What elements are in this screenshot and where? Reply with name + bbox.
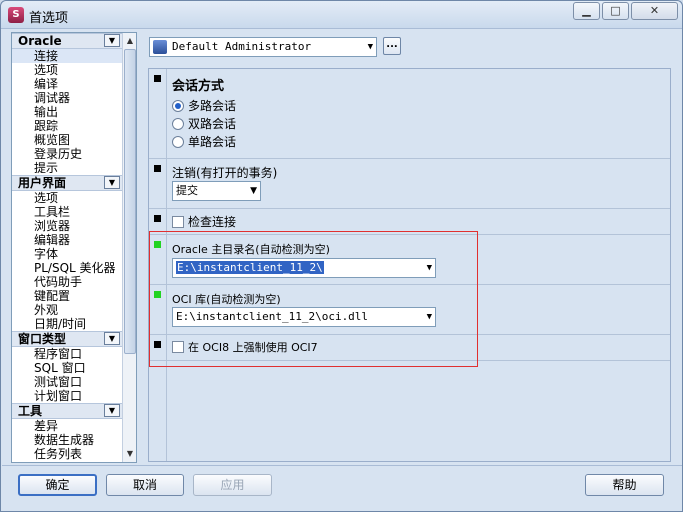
preferences-window: S 首选项 ▁ □ ✕ Oracle ▼ 连接 选项 编译 调试器 输出 跟踪 概览图 登录历史提… bbox=[0, 0, 683, 512]
footer-divider bbox=[2, 465, 682, 466]
nav-item[interactable]: 任务列表 bbox=[12, 447, 122, 461]
section-marker-icon bbox=[154, 241, 161, 248]
chevron-down-icon[interactable]: ▼ bbox=[104, 34, 120, 47]
user-profile-icon bbox=[153, 40, 167, 54]
checkbox-icon bbox=[172, 216, 184, 228]
nav-item[interactable]: 键配置 bbox=[12, 289, 122, 303]
radio-multi-session[interactable]: 多路会话 bbox=[172, 98, 236, 114]
section-oci-library: OCI 库(自动检测为空) E:\instantclient_11_2\oci.… bbox=[149, 285, 670, 335]
nav-item[interactable]: 调试器 bbox=[12, 91, 122, 105]
section-marker-icon bbox=[154, 215, 161, 222]
chevron-down-icon[interactable]: ▼ bbox=[104, 176, 120, 189]
nav-group-header[interactable]: 窗口类型 ▼ bbox=[12, 331, 122, 347]
section-title: 注销(有打开的事务) bbox=[172, 166, 278, 180]
nav-item[interactable]: 数据生成器 bbox=[12, 433, 122, 447]
nav-group-header[interactable]: 用户界面 ▼ bbox=[12, 175, 122, 191]
nav-item[interactable]: 编辑器 bbox=[12, 233, 122, 247]
chevron-down-icon: ▼ bbox=[426, 312, 432, 322]
nav-item[interactable]: 字体 bbox=[12, 247, 122, 261]
nav-item[interactable]: 概览图 bbox=[12, 133, 122, 147]
nav-item[interactable]: 编译 bbox=[12, 77, 122, 91]
nav-item[interactable]: 跟踪 bbox=[12, 119, 122, 133]
section-check-connection: 检查连接 bbox=[149, 209, 670, 235]
section-marker-icon bbox=[154, 165, 161, 172]
scroll-up-icon[interactable]: ▲ bbox=[124, 34, 136, 48]
app-icon: S bbox=[8, 7, 24, 23]
nav-item[interactable]: SQL 窗口 bbox=[12, 361, 122, 375]
section-force-oci7: 在 OCI8 上强制使用 OCI7 bbox=[149, 335, 670, 361]
nav-item[interactable]: 登录历史 bbox=[12, 147, 122, 161]
settings-panel: 会话方式 多路会话 双路会话 单路会话 注销(有打开的事务) 提交 ▼ 检查连接 bbox=[148, 68, 671, 462]
oracle-home-input[interactable]: E:\instantclient_11_2\ ▼ bbox=[172, 258, 436, 278]
help-button[interactable]: 帮助 bbox=[585, 474, 664, 496]
nav-list: Oracle ▼ 连接 选项 编译 调试器 输出 跟踪 概览图 登录历史 提示 用户界面 ▼ 选项 工具栏浏… bbox=[12, 33, 122, 461]
scrollbar-thumb[interactable] bbox=[124, 49, 136, 354]
maximize-icon: □ bbox=[610, 4, 621, 17]
section-divider bbox=[166, 361, 167, 461]
section-logoff: 注销(有打开的事务) 提交 ▼ bbox=[149, 159, 670, 209]
oci-library-input[interactable]: E:\instantclient_11_2\oci.dll ▼ bbox=[172, 307, 436, 327]
logoff-action-select[interactable]: 提交 ▼ bbox=[172, 181, 261, 201]
chevron-down-icon: ▼ bbox=[250, 186, 257, 196]
close-button[interactable]: ✕ bbox=[631, 2, 678, 20]
nav-item[interactable]: 代码助手 bbox=[12, 275, 122, 289]
preferences-nav: Oracle ▼ 连接 选项 编译 调试器 输出 跟踪 概览图 登录历史 提示 用户界面 ▼ 选项 工具栏浏… bbox=[11, 32, 137, 463]
chevron-down-icon[interactable]: ▼ bbox=[104, 332, 120, 345]
checkbox-icon bbox=[172, 341, 184, 353]
section-title: OCI 库(自动检测为空) bbox=[172, 293, 281, 306]
radio-dual-session[interactable]: 双路会话 bbox=[172, 116, 236, 132]
nav-item[interactable]: 日期/时间 bbox=[12, 317, 122, 331]
section-marker-icon bbox=[154, 341, 161, 348]
force-oci7-checkbox[interactable]: 在 OCI8 上强制使用 OCI7 bbox=[172, 340, 318, 356]
nav-item[interactable]: PL/SQL 美化器 bbox=[12, 261, 122, 275]
window-title: 首选项 bbox=[29, 11, 69, 26]
section-session-mode: 会话方式 多路会话 双路会话 单路会话 bbox=[149, 69, 670, 159]
profile-select[interactable]: Default Administrator ▼ bbox=[149, 37, 377, 57]
nav-item[interactable]: 外观 bbox=[12, 303, 122, 317]
nav-item[interactable]: 差异 bbox=[12, 419, 122, 433]
nav-item[interactable]: 选项 bbox=[12, 191, 122, 205]
check-connection-checkbox[interactable]: 检查连接 bbox=[172, 214, 236, 230]
title-bar: S 首选项 ▁ □ ✕ bbox=[1, 1, 682, 29]
ok-button[interactable]: 确定 bbox=[18, 474, 97, 496]
minimize-icon: ▁ bbox=[582, 4, 591, 17]
maximize-button[interactable]: □ bbox=[602, 2, 629, 20]
nav-item[interactable]: 工具栏 bbox=[12, 205, 122, 219]
nav-group-header[interactable]: 工具 ▼ bbox=[12, 403, 122, 419]
radio-icon bbox=[172, 136, 184, 148]
nav-item[interactable]: 测试窗口 bbox=[12, 375, 122, 389]
section-marker-icon bbox=[154, 75, 161, 82]
section-marker-icon bbox=[154, 291, 161, 298]
radio-checked-icon bbox=[172, 100, 184, 112]
chevron-down-icon: ▼ bbox=[426, 263, 432, 273]
section-title: Oracle 主目录名(自动检测为空) bbox=[172, 243, 330, 256]
profile-more-button[interactable]: ... bbox=[383, 37, 401, 55]
nav-item[interactable]: 浏览器 bbox=[12, 219, 122, 233]
minimize-button[interactable]: ▁ bbox=[573, 2, 600, 20]
nav-group-header[interactable]: Oracle ▼ bbox=[12, 33, 122, 49]
nav-item[interactable]: 输出 bbox=[12, 105, 122, 119]
apply-button[interactable]: 应用 bbox=[193, 474, 272, 496]
nav-item[interactable]: 连接 bbox=[12, 49, 122, 63]
chevron-down-icon[interactable]: ▼ bbox=[104, 404, 120, 417]
close-icon: ✕ bbox=[649, 4, 660, 17]
radio-single-session[interactable]: 单路会话 bbox=[172, 134, 236, 150]
cancel-button[interactable]: 取消 bbox=[106, 474, 184, 496]
chevron-down-icon: ▼ bbox=[367, 42, 373, 52]
radio-icon bbox=[172, 118, 184, 130]
nav-scrollbar[interactable]: ▲ ▼ bbox=[122, 33, 136, 462]
scroll-down-icon[interactable]: ▼ bbox=[124, 447, 136, 461]
section-oracle-home: Oracle 主目录名(自动检测为空) E:\instantclient_11_… bbox=[149, 235, 670, 285]
nav-item[interactable]: 程序窗口 bbox=[12, 347, 122, 361]
nav-item[interactable]: 选项 bbox=[12, 63, 122, 77]
nav-item[interactable]: 计划窗口 bbox=[12, 389, 122, 403]
nav-item[interactable]: 提示 bbox=[12, 161, 122, 175]
section-title: 会话方式 bbox=[172, 79, 225, 94]
profile-value: Default Administrator bbox=[172, 40, 312, 53]
